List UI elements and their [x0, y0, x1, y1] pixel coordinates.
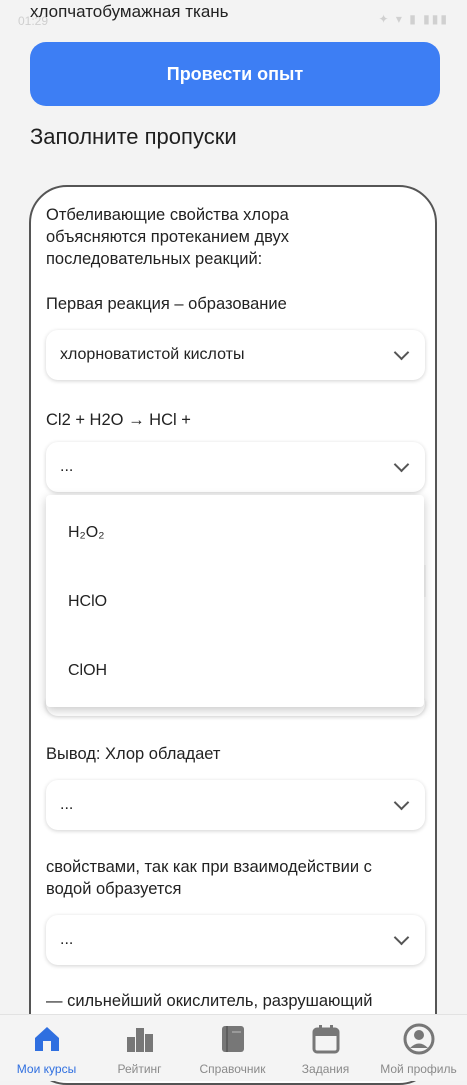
nav-reference[interactable]: Справочник — [186, 1015, 279, 1081]
tail-text: — сильнейший окислитель, разрушающий — [46, 992, 373, 1010]
nav-profile[interactable]: Мой профиль — [372, 1015, 465, 1081]
conclusion-text: Вывод: Хлор обладает — [46, 745, 221, 763]
nav-label: Справочник — [199, 1062, 266, 1076]
dropdown-option-cloh[interactable]: ClOH — [68, 662, 107, 680]
intro-text: Отбеливающие свойства хлора объясняются … — [46, 206, 289, 268]
nav-label: Мой профиль — [380, 1062, 457, 1076]
chevron-down-icon — [393, 344, 410, 361]
profile-icon — [403, 1023, 435, 1055]
select-product-value: ... — [60, 931, 74, 948]
select-first-reaction[interactable]: хлорноватистой кислоты — [46, 330, 425, 380]
status-icons: ✦ ▾ ▮ ▮▮▮ — [378, 12, 449, 26]
select-product[interactable]: ... — [46, 915, 425, 965]
chevron-down-icon — [393, 794, 410, 811]
section-title: Заполните пропуски — [30, 124, 237, 149]
dropdown-option-hclo[interactable]: HClO — [68, 593, 107, 611]
first-reaction-text: Первая реакция – образование — [46, 295, 287, 313]
select-first-reaction-value: хлорноватистой кислоты — [60, 346, 245, 363]
select-conclusion[interactable]: ... — [46, 780, 425, 830]
equation-text: Cl2 + H2O → HCl + — [46, 411, 191, 429]
select-equation-product[interactable]: ... — [46, 442, 425, 492]
bottom-nav: Мои курсы Рейтинг Справочник Задания Мой… — [0, 1014, 467, 1081]
nav-rating[interactable]: Рейтинг — [93, 1015, 186, 1081]
book-icon — [222, 1026, 244, 1052]
nav-label: Задания — [301, 1062, 350, 1076]
nav-my-courses[interactable]: Мои курсы — [0, 1015, 93, 1081]
properties-text: свойствами, так как при взаимодействии с… — [46, 858, 372, 898]
select-conclusion-value: ... — [60, 796, 74, 813]
dropdown-option-h2o2[interactable]: H₂O₂ — [68, 524, 104, 542]
nav-tasks[interactable]: Задания — [279, 1015, 372, 1081]
nav-label: Мои курсы — [16, 1062, 77, 1076]
calendar-icon — [312, 1025, 340, 1054]
top-text: хлопчатобумажная ткань — [30, 2, 229, 21]
dropdown-menu: H₂O₂ HClO ClOH — [46, 495, 424, 707]
chevron-down-icon — [393, 456, 410, 473]
rating-icon — [127, 1028, 153, 1052]
select-equation-product-value: ... — [60, 458, 74, 475]
nav-label: Рейтинг — [117, 1062, 162, 1076]
chevron-down-icon — [393, 929, 410, 946]
home-icon — [35, 1027, 59, 1051]
run-experiment-button[interactable]: Провести опыт — [30, 42, 440, 106]
